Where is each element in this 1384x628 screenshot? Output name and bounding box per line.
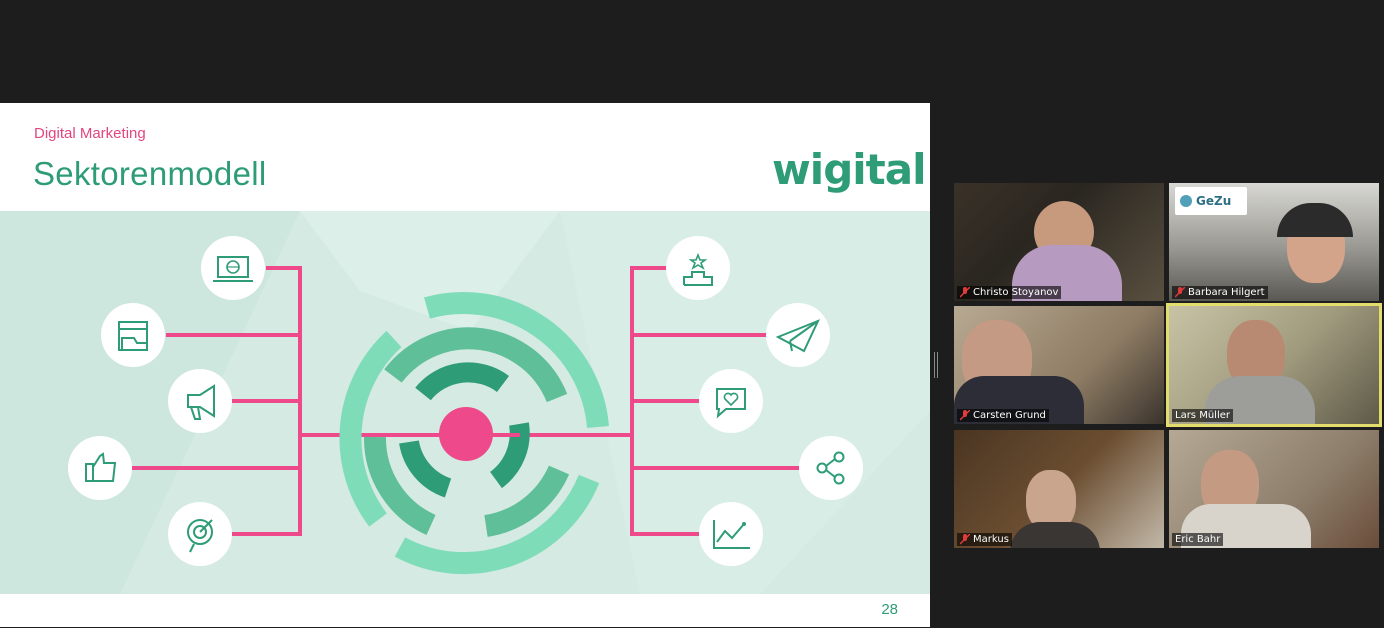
laptop-globe-icon: [201, 236, 265, 300]
sector-model-diagram: [0, 211, 930, 594]
slide-title: Sektorenmodell: [33, 155, 267, 192]
participant-name-label: Carsten Grund: [957, 409, 1049, 422]
participant-video: [1010, 522, 1100, 548]
target-icon: [168, 502, 232, 566]
participant-name-label: Eric Bahr: [1172, 533, 1224, 546]
page-number: 28: [881, 601, 898, 618]
center-dot: [439, 407, 493, 461]
video-tile-active-speaker[interactable]: Lars Müller: [1166, 303, 1382, 427]
shared-slide: Digital Marketing Sektorenmodell wigital: [0, 103, 930, 627]
thumbs-up-icon: [68, 436, 132, 500]
folder-window-icon: [101, 303, 165, 367]
participant-video: [1277, 203, 1353, 237]
video-tile[interactable]: GeZu Barbara Hilgert: [1169, 183, 1379, 301]
paper-plane-icon: [766, 303, 830, 367]
participant-name-label: Markus: [957, 533, 1012, 546]
participant-name-label: Christo Stoyanov: [957, 286, 1062, 299]
mic-muted-icon: [960, 534, 970, 545]
wigital-logo: wigital: [772, 145, 926, 194]
mic-muted-icon: [1175, 287, 1185, 298]
mic-muted-icon: [960, 410, 970, 421]
gezu-logo: GeZu: [1175, 187, 1247, 215]
video-tile[interactable]: Christo Stoyanov: [954, 183, 1164, 301]
podium-star-icon: [666, 236, 730, 300]
video-tile[interactable]: Markus: [954, 430, 1164, 548]
line-chart-icon: [699, 502, 763, 566]
chat-heart-icon: [699, 369, 763, 433]
panel-resize-handle[interactable]: [934, 352, 938, 378]
diagram-svg: [0, 211, 930, 594]
video-tile[interactable]: Eric Bahr: [1169, 430, 1379, 548]
megaphone-icon: [168, 369, 232, 433]
globe-icon: [1180, 195, 1192, 207]
slide-subtitle: Digital Marketing: [34, 125, 146, 142]
share-icon: [799, 436, 863, 500]
mic-muted-icon: [960, 287, 970, 298]
participant-name-label: Barbara Hilgert: [1172, 286, 1268, 299]
participant-name-label: Lars Müller: [1172, 409, 1233, 422]
video-tile[interactable]: Carsten Grund: [954, 306, 1164, 424]
